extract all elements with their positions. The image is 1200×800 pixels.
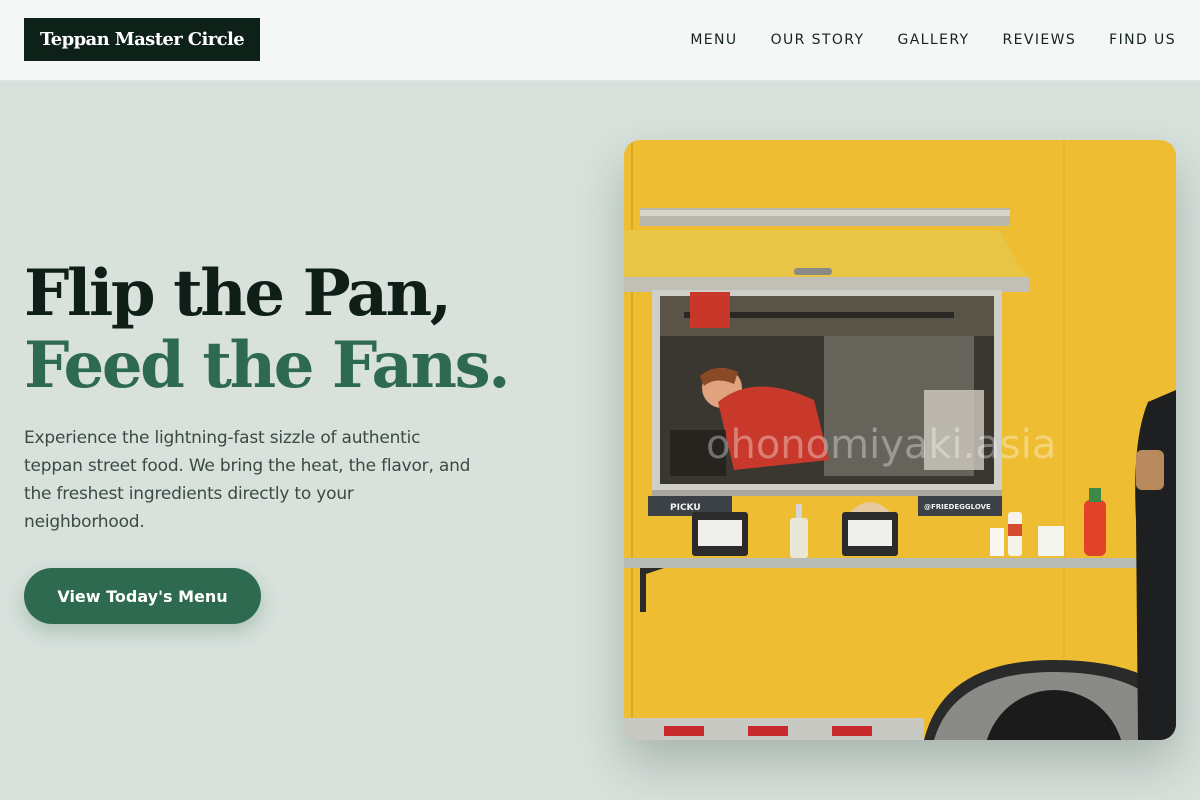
hero-title-line-2: Feed the Fans. — [24, 328, 511, 403]
hero-title: Flip the Pan, Feed the Fans. — [24, 256, 511, 403]
hero-title-line-1: Flip the Pan, — [24, 256, 452, 331]
handle-sign: @FRIEDEGGLOVE — [924, 503, 991, 511]
view-menu-button[interactable]: View Today's Menu — [24, 568, 261, 624]
hero-description: Experience the lightning-fast sizzle of … — [24, 428, 471, 532]
nav-item-find-us[interactable]: FIND US — [1109, 32, 1176, 48]
site-header: Teppan Master Circle MENU OUR STORY GALL… — [0, 0, 1200, 81]
main-nav: MENU OUR STORY GALLERY REVIEWS FIND US — [690, 0, 1176, 80]
nav-item-gallery[interactable]: GALLERY — [897, 32, 969, 48]
brand-logo[interactable]: Teppan Master Circle — [24, 18, 261, 61]
nav-item-menu[interactable]: MENU — [690, 32, 737, 48]
pickup-sign: PICKU — [670, 503, 701, 513]
hero-food-truck-image: PICKU @FRIEDEGGLOVE ohonomiyaki.asia — [624, 140, 1176, 740]
watermark: ohonomiyaki.asia — [706, 422, 1056, 468]
nav-item-our-story[interactable]: OUR STORY — [771, 32, 865, 48]
nav-item-reviews[interactable]: REVIEWS — [1003, 32, 1077, 48]
